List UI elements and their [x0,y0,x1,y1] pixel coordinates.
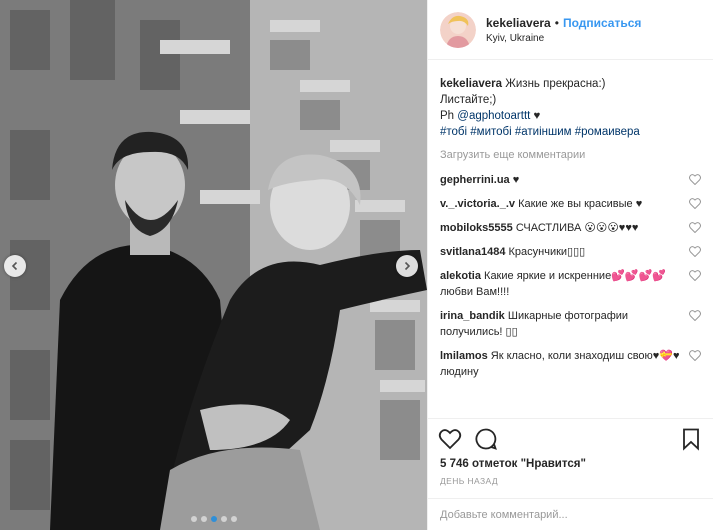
likes-count[interactable]: 5 746 отметок "Нравится" [428,458,713,470]
carousel-indicator [0,516,427,522]
comment-item: irina_bandik Шикарные фотографии получил… [440,303,701,343]
post-caption: kekeliavera Жизнь прекрасна:) Листайте;)… [440,76,701,140]
comment-author[interactable]: mobiloks5555 [440,222,513,234]
comment-item: svitlana1484 Красунчики▯▯▯ [440,239,701,263]
comment-item: mobiloks5555 СЧАСТЛИВА 😮😮😮♥♥♥ [440,215,701,239]
post-actions-bar [428,418,713,458]
comment-text: Красунчики▯▯▯ [508,246,586,258]
carousel-dot [190,516,197,522]
caption-author[interactable]: kekeliavera [440,78,502,90]
instagram-post: kekeliavera • Подписаться Kyiv, Ukraine … [0,0,713,530]
carousel-dot [230,516,237,522]
caption-line-3-prefix: Ph [440,110,455,122]
post-time: ДЕНЬ НАЗАД [440,476,499,486]
caption-mention-link[interactable]: @agphotoarttt [457,110,530,122]
comment-text: СЧАСТЛИВА 😮😮😮♥♥♥ [515,222,639,234]
caption-line-2: Листайте;) [440,94,497,106]
carousel-dot-active [210,516,217,522]
comment-like-heart-icon[interactable] [689,350,701,361]
chevron-left-icon [11,261,18,271]
post-header: kekeliavera • Подписаться Kyiv, Ukraine [428,0,713,60]
comment-item: alekotia Какие яркие и искренние💕💕💕💕 люб… [440,263,701,303]
comment-author[interactable]: irina_bandik [440,310,505,322]
comment-author[interactable]: v._.victoria._.v [440,198,515,210]
separator-dot: • [554,15,559,30]
couple-photo-image [0,0,427,530]
comment-author[interactable]: lmilamos [440,350,488,362]
comment-like-heart-icon[interactable] [689,198,701,209]
previous-slide-button[interactable] [4,255,26,277]
header-title-line: kekeliavera • Подписаться [486,16,641,30]
comment-author[interactable]: svitlana1484 [440,246,505,258]
username-link[interactable]: kekeliavera [486,16,551,30]
likes-suffix: "Нравится" [520,458,586,470]
caption-line-1: Жизнь прекрасна:) [505,78,606,90]
header-text: kekeliavera • Подписаться Kyiv, Ukraine [486,16,641,44]
comment-like-heart-icon[interactable] [689,222,701,233]
follow-button[interactable]: Подписаться [563,16,641,30]
post-side-panel: kekeliavera • Подписаться Kyiv, Ukraine … [427,0,713,530]
avatar[interactable] [440,11,476,48]
comment-like-heart-icon[interactable] [689,246,701,257]
caption-line-3-suffix: ♥ [533,110,541,122]
add-comment-bar [428,498,713,530]
comment-icon[interactable] [474,427,498,451]
comment-item: lmilamos Як класно, коли знаходиш свою♥💝… [440,343,701,383]
comment-text: ♥ [512,174,520,186]
avatar-image [440,11,476,48]
likes-count-text: 5 746 отметок [440,458,518,470]
caption-hashtags[interactable]: #тобі #митобі #атиіншим #ромаивера [440,126,640,138]
comment-item: v._.victoria._.v Какие же вы красивые ♥ [440,191,701,215]
heart-icon[interactable] [438,427,462,451]
carousel-dot [220,516,227,522]
load-more-comments-button[interactable]: Загрузить еще комментарии [440,149,701,161]
location-link[interactable]: Kyiv, Ukraine [486,33,641,44]
comment-like-heart-icon[interactable] [689,270,701,281]
comment-author[interactable]: alekotia [440,270,481,282]
comment-like-heart-icon[interactable] [689,310,701,321]
chevron-right-icon [404,261,411,271]
next-slide-button[interactable] [396,255,418,277]
comment-like-heart-icon[interactable] [689,174,701,185]
bookmark-icon[interactable] [679,427,703,451]
comment-text: Какие же вы красивые ♥ [518,198,643,210]
carousel-dot [200,516,207,522]
comments-list: kekeliavera Жизнь прекрасна:) Листайте;)… [428,60,713,418]
comment-item: gepherrini.ua ♥ [440,167,701,191]
post-photo[interactable] [0,0,427,530]
comment-author[interactable]: gepherrini.ua [440,174,510,186]
add-comment-input[interactable] [440,508,680,521]
